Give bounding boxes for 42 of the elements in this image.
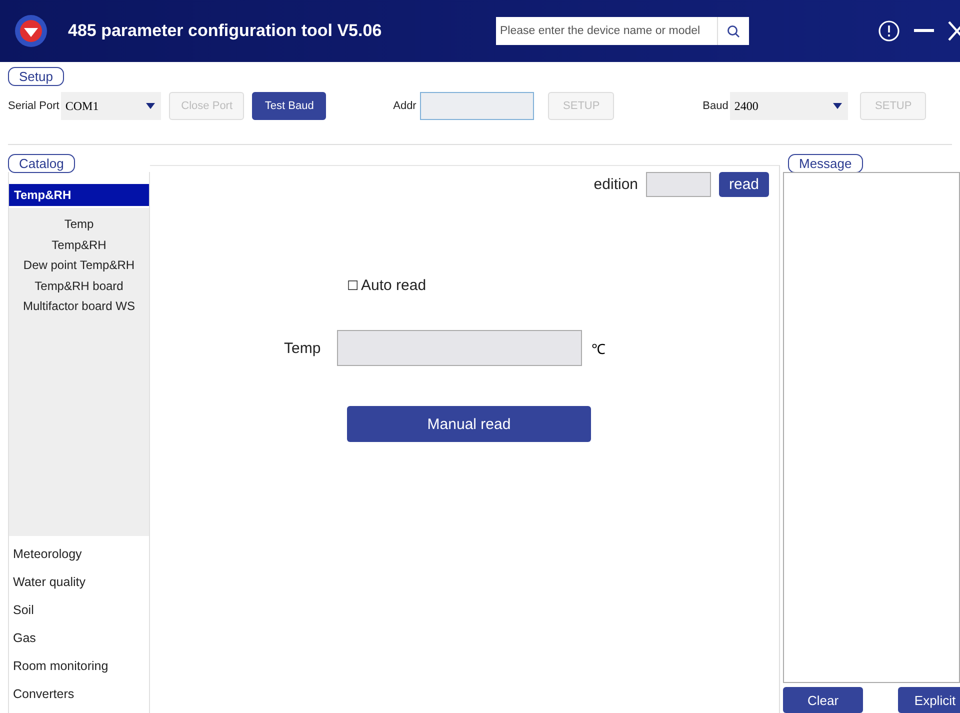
field-label: Serial Port — [8, 100, 60, 112]
catalog-category[interactable]: Soil — [9, 596, 149, 624]
catalog-item[interactable]: Multifactor board WS — [22, 296, 136, 316]
section-label: Setup — [8, 67, 64, 86]
section-label: Catalog — [8, 154, 75, 173]
edition-label: edition — [594, 176, 638, 193]
temp-field[interactable] — [336, 330, 582, 366]
section-label: Message — [788, 154, 863, 173]
catalog-item[interactable]: Temp — [64, 214, 94, 234]
catalog-category[interactable]: Meteorology — [9, 540, 149, 568]
temp-label: Temp — [284, 340, 321, 356]
field-label: Baud — [702, 100, 728, 112]
caret-icon — [833, 103, 842, 109]
manual-read-button[interactable]: Manual read — [347, 406, 591, 442]
search-field[interactable]: Please enter the device name or model — [496, 17, 717, 45]
edition-field[interactable] — [646, 172, 711, 197]
search-icon — [727, 24, 740, 38]
close-icon[interactable] — [948, 21, 960, 41]
minimize-icon[interactable] — [914, 29, 934, 33]
window-title: 485 parameter configuration tool V5.06 — [68, 21, 383, 41]
catalog-item[interactable]: Dew point Temp&RH — [23, 255, 135, 276]
caret-icon — [146, 103, 156, 109]
message-button[interactable]: Explicit — [898, 687, 960, 713]
info-icon[interactable] — [878, 20, 900, 42]
catalog-category[interactable]: Gas — [9, 624, 149, 652]
catalog-item[interactable]: Temp&RH board — [34, 276, 124, 296]
unit-label: ℃ — [592, 340, 606, 358]
port-dropdown[interactable]: COM1 — [61, 92, 162, 120]
read-button[interactable]: read — [719, 172, 769, 197]
logo-icon — [14, 14, 48, 48]
field-label: Addr — [392, 100, 416, 112]
auto-read-checkbox[interactable]: ☐Auto read — [347, 277, 779, 294]
address-field[interactable] — [420, 92, 534, 120]
catalog-category[interactable]: Water quality — [9, 568, 149, 596]
catalog-group[interactable]: Temp&RH — [9, 184, 149, 206]
search-button[interactable] — [717, 17, 749, 45]
catalog-category[interactable]: Room monitoring — [9, 652, 149, 680]
catalog-item[interactable]: Temp&RH — [52, 234, 106, 255]
port-button[interactable]: Test Baud — [252, 92, 326, 120]
catalog-category[interactable]: Converters — [9, 680, 149, 708]
message-button[interactable]: Clear — [783, 687, 863, 713]
baud-dropdown[interactable]: 2400 — [730, 92, 848, 120]
